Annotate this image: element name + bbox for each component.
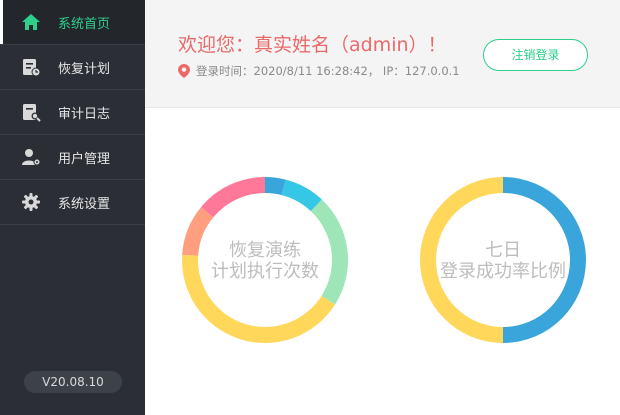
sidebar: 系统首页 恢复计划 审计日志 用户管理 系统设置 V20.08.10 [0,0,145,415]
chart-title-line-2: 登录成功率比例 [440,261,566,282]
sidebar-item-audit-log[interactable]: 审计日志 [0,90,145,135]
donut-slice-5 [201,177,265,218]
sidebar-item-system-settings[interactable]: 系统设置 [0,180,145,225]
sidebar-item-label: 系统设置 [58,196,111,212]
gear-icon [22,193,40,211]
recovery-drill-donut-chart: 恢复演练 计划执行次数 [180,175,350,345]
chart-title-line-2: 计划执行次数 [211,261,319,282]
chart-title-line-1: 恢复演练 [229,240,301,261]
sidebar-item-label: 系统首页 [58,16,111,32]
sidebar-item-user-management[interactable]: 用户管理 [0,135,145,180]
home-icon [22,14,40,30]
welcome-message: 欢迎您：真实姓名（admin）！ [178,34,447,56]
audit-log-icon [23,104,41,122]
login-info-text: 登录时间：2020/8/11 16:28:42， IP：127.0.0.1 [196,64,460,78]
sidebar-item-label: 审计日志 [58,106,111,122]
location-pin-icon [178,64,190,78]
header: 欢迎您：真实姓名（admin）！ 登录时间：2020/8/11 16:28:42… [145,0,620,108]
logout-button[interactable]: 注销登录 [483,39,588,71]
sidebar-item-recovery-plan[interactable]: 恢复计划 [0,45,145,90]
login-info: 登录时间：2020/8/11 16:28:42， IP：127.0.0.1 [178,63,460,79]
sidebar-item-label: 用户管理 [58,151,111,167]
sidebar-item-label: 恢复计划 [58,61,111,77]
sidebar-item-home[interactable]: 系统首页 [0,0,145,45]
login-success-donut-chart: 七日 登录成功率比例 [418,175,588,345]
user-manage-icon [22,149,41,166]
version-badge: V20.08.10 [24,371,122,393]
plan-icon [23,59,41,77]
chart-title-line-1: 七日 [485,240,521,261]
